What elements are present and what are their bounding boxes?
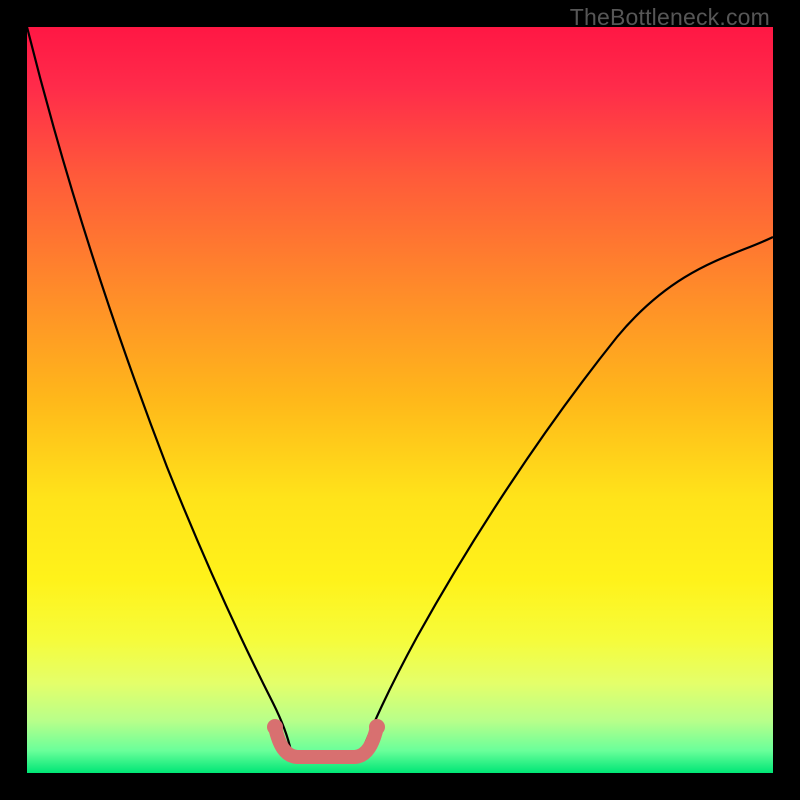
watermark-text: TheBottleneck.com [570,4,770,31]
highlight-dot-left [267,719,283,735]
chart-frame [27,27,773,773]
gradient-background [27,27,773,773]
chart-svg [27,27,773,773]
highlight-dot-right [369,719,385,735]
